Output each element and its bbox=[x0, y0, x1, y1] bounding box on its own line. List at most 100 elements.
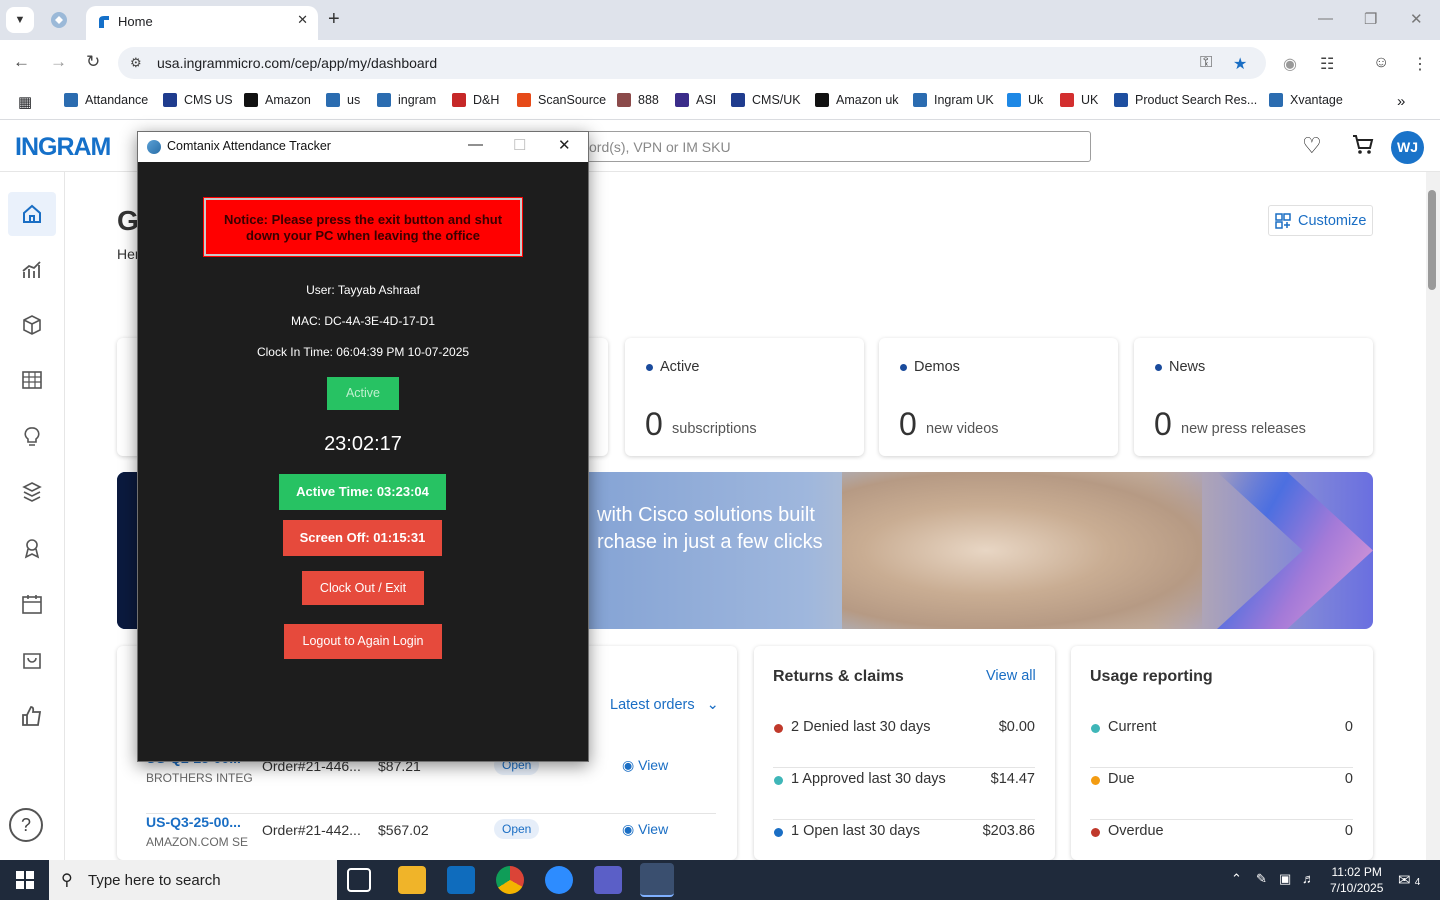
nav-home-icon[interactable] bbox=[8, 192, 56, 236]
apps-grid-icon[interactable]: ▦ bbox=[18, 93, 32, 111]
site-info-icon[interactable]: ⚙ bbox=[130, 55, 142, 71]
list-item[interactable]: 2 Denied last 30 days $0.00 bbox=[773, 716, 1035, 768]
user-avatar[interactable]: WJ bbox=[1391, 131, 1424, 164]
tab-title: Home bbox=[118, 14, 153, 29]
list-item[interactable]: Current 0 bbox=[1090, 716, 1353, 768]
nav-awards-icon[interactable] bbox=[8, 526, 56, 570]
clock-out-button[interactable]: Clock Out / Exit bbox=[302, 571, 424, 605]
back-icon[interactable]: ← bbox=[13, 52, 30, 72]
pinned-tab[interactable] bbox=[50, 11, 68, 29]
windows-start-icon[interactable] bbox=[16, 871, 34, 889]
bookmark-item[interactable]: Uk bbox=[1007, 93, 1043, 107]
bookmark-item[interactable]: UK bbox=[1060, 93, 1098, 107]
lightbulb-icon bbox=[24, 427, 40, 446]
status-dot bbox=[1091, 776, 1100, 785]
tray-chevron-up-icon[interactable]: ⌃ bbox=[1231, 871, 1242, 887]
wishlist-heart-icon[interactable]: ♡ bbox=[1302, 133, 1322, 159]
latest-orders-dropdown[interactable]: Latest orders ⌄ bbox=[610, 697, 719, 713]
bookmark-item[interactable]: ScanSource bbox=[517, 93, 606, 107]
list-item[interactable]: 1 Approved last 30 days $14.47 bbox=[773, 768, 1035, 820]
menu-kebab-icon[interactable]: ⋮ bbox=[1412, 54, 1428, 74]
attendance-tracker-taskbar-icon[interactable] bbox=[640, 863, 674, 897]
teams-icon[interactable] bbox=[594, 866, 622, 894]
chrome-icon[interactable] bbox=[496, 866, 524, 894]
close-window-icon[interactable]: ✕ bbox=[1410, 10, 1423, 28]
nav-orders-icon[interactable] bbox=[8, 638, 56, 682]
list-item[interactable]: Due 0 bbox=[1090, 768, 1353, 820]
outlook-icon[interactable] bbox=[447, 866, 475, 894]
order-amount: $567.02 bbox=[378, 822, 429, 838]
file-explorer-icon[interactable] bbox=[398, 866, 426, 894]
url-text[interactable]: usa.ingrammicro.com/cep/app/my/dashboard bbox=[157, 55, 437, 71]
bookmark-item[interactable]: Product Search Res... bbox=[1114, 93, 1257, 107]
nav-ideas-icon[interactable] bbox=[8, 414, 56, 458]
bookmark-item[interactable]: Xvantage bbox=[1269, 93, 1343, 107]
bookmark-item[interactable]: CMS/UK bbox=[731, 93, 801, 107]
tray-pen-icon[interactable]: ✎ bbox=[1256, 871, 1267, 887]
reload-icon[interactable]: ↻ bbox=[86, 52, 100, 72]
customize-button[interactable]: Customize bbox=[1268, 205, 1373, 236]
bookmarks-bar: ▦ Attandance CMS US Amazon us ingram D&H… bbox=[0, 86, 1440, 120]
tab-close-icon[interactable]: ✕ bbox=[297, 12, 308, 28]
bookmark-item[interactable]: Attandance bbox=[64, 93, 148, 107]
more-bookmarks-icon[interactable]: » bbox=[1397, 93, 1405, 110]
tab-search-button[interactable]: ▼ bbox=[6, 7, 34, 33]
nav-analytics-icon[interactable] bbox=[8, 248, 56, 292]
list-item[interactable]: Overdue 0 bbox=[1090, 820, 1353, 860]
nav-products-icon[interactable] bbox=[8, 303, 56, 347]
nav-feedback-icon[interactable] bbox=[8, 694, 56, 738]
forward-icon[interactable]: → bbox=[50, 52, 67, 72]
tracker-titlebar[interactable]: Comtanix Attendance Tracker — ☐ ✕ bbox=[138, 132, 588, 162]
bookmark-label: Xvantage bbox=[1290, 93, 1343, 107]
help-icon[interactable]: ? bbox=[9, 808, 43, 842]
taskbar-search-input[interactable]: ⚲ Type here to search bbox=[49, 860, 337, 900]
stat-unit: new videos bbox=[926, 421, 999, 437]
new-tab-icon[interactable]: + bbox=[328, 8, 340, 31]
cart-icon[interactable] bbox=[1351, 133, 1375, 163]
address-bar[interactable]: ⚙ usa.ingrammicro.com/cep/app/my/dashboa… bbox=[118, 47, 1266, 79]
bookmark-item[interactable]: 888 bbox=[617, 93, 659, 107]
bookmark-item[interactable]: Amazon bbox=[244, 93, 311, 107]
logout-button[interactable]: Logout to Again Login bbox=[284, 624, 442, 659]
ingram-logo[interactable]: INGRAM bbox=[15, 133, 111, 162]
password-key-icon[interactable]: ⚿ bbox=[1200, 54, 1212, 72]
bookmark-item[interactable]: ingram bbox=[377, 93, 436, 107]
scrollbar-thumb[interactable] bbox=[1428, 190, 1436, 290]
stat-card-active[interactable]: Active 0 subscriptions bbox=[625, 338, 864, 456]
tab-home[interactable]: Home ✕ bbox=[86, 6, 318, 40]
view-order-link[interactable]: ◉ View bbox=[622, 757, 668, 774]
bookmark-item[interactable]: us bbox=[326, 93, 360, 107]
profile-icon[interactable]: ☺ bbox=[1373, 54, 1389, 72]
minimize-icon[interactable]: — bbox=[1318, 10, 1333, 27]
list-item[interactable]: 1 Open last 30 days $203.86 bbox=[773, 820, 1035, 860]
extensions-icon[interactable]: ☷ bbox=[1320, 54, 1334, 74]
bookmark-item[interactable]: ASI bbox=[675, 93, 716, 107]
restore-icon[interactable]: ❐ bbox=[1364, 10, 1377, 28]
view-all-link[interactable]: View all bbox=[986, 668, 1036, 684]
tracker-close-icon[interactable]: ✕ bbox=[558, 136, 571, 154]
bookmark-item[interactable]: Ingram UK bbox=[913, 93, 994, 107]
tracker-user: User: Tayyab Ashraaf bbox=[306, 283, 420, 297]
notifications-icon[interactable]: ✉ 4 bbox=[1398, 871, 1420, 889]
volume-icon[interactable]: ♬ bbox=[1302, 871, 1315, 886]
page-title: G bbox=[117, 205, 139, 236]
chevron-down-icon: ⌄ bbox=[706, 697, 719, 713]
nav-store-icon[interactable] bbox=[8, 358, 56, 402]
bookmark-star-icon[interactable]: ★ bbox=[1233, 54, 1247, 74]
nav-learning-icon[interactable] bbox=[8, 470, 56, 514]
zoom-icon[interactable] bbox=[545, 866, 573, 894]
tracker-minimize-icon[interactable]: — bbox=[468, 136, 483, 153]
stat-card-news[interactable]: News 0 new press releases bbox=[1134, 338, 1373, 456]
bookmark-item[interactable]: D&H bbox=[452, 93, 499, 107]
order-id[interactable]: US-Q3-25-00... bbox=[146, 814, 241, 830]
translate-icon[interactable]: ◉ bbox=[1283, 54, 1297, 74]
network-icon[interactable]: ▣ bbox=[1279, 871, 1291, 887]
nav-calendar-icon[interactable] bbox=[8, 582, 56, 626]
site-search-input[interactable]: ord(s), VPN or IM SKU bbox=[560, 131, 1091, 162]
bookmark-item[interactable]: CMS US bbox=[163, 93, 233, 107]
stat-card-demos[interactable]: Demos 0 new videos bbox=[879, 338, 1118, 456]
task-view-icon[interactable] bbox=[347, 868, 371, 892]
view-order-link[interactable]: ◉ View bbox=[622, 821, 668, 838]
bookmark-item[interactable]: Amazon uk bbox=[815, 93, 899, 107]
taskbar-clock[interactable]: 11:02 PM 7/10/2025 bbox=[1330, 864, 1383, 896]
